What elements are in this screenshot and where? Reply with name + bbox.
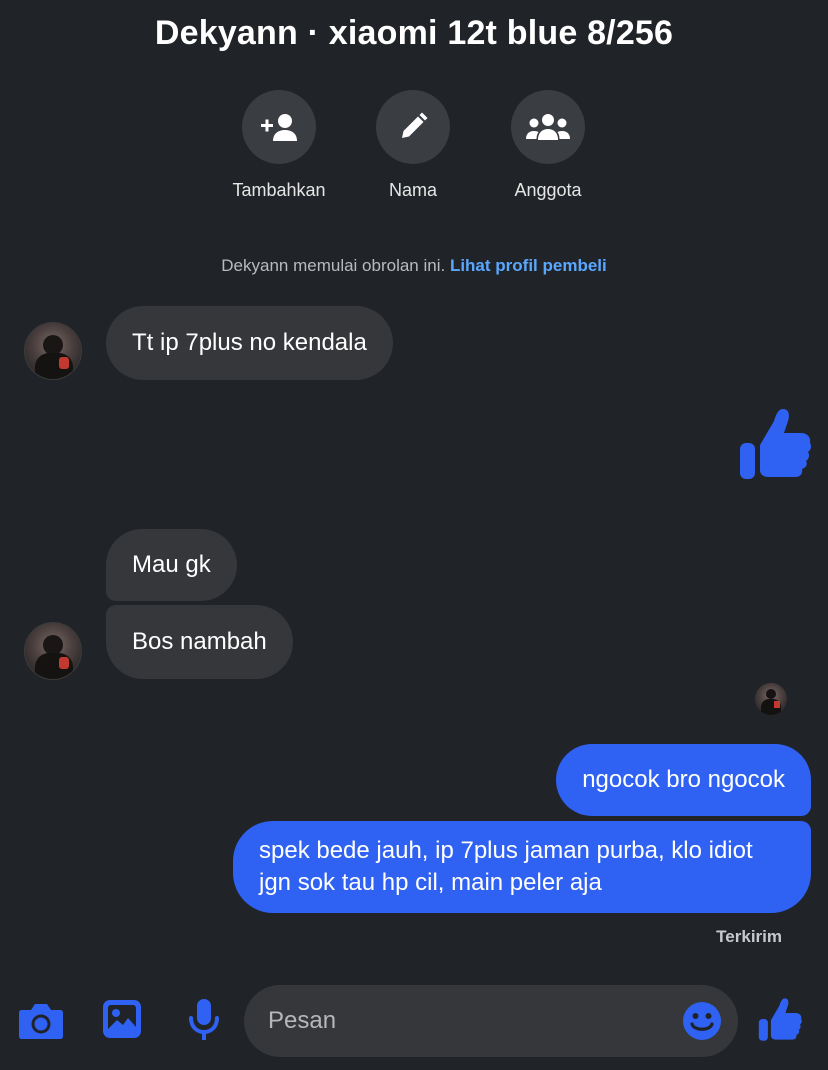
message-bubble-incoming[interactable]: Mau gk [106, 529, 237, 601]
emoji-icon[interactable] [682, 1001, 722, 1046]
message-bubble-outgoing[interactable]: ngocok bro ngocok [556, 744, 811, 816]
message-bubble-incoming[interactable]: Tt ip 7plus no kendala [106, 306, 393, 380]
camera-icon[interactable] [18, 1002, 64, 1045]
rename-action[interactable]: Nama [343, 90, 483, 201]
avatar[interactable] [24, 322, 82, 380]
view-buyer-profile-link[interactable]: Lihat profil pembeli [450, 256, 607, 275]
conversation-start-note: Dekyann memulai obrolan ini. Lihat profi… [0, 256, 828, 276]
microphone-icon[interactable] [188, 998, 220, 1047]
read-receipt-avatar [755, 683, 787, 715]
group-icon[interactable] [511, 90, 585, 164]
members-action[interactable]: Anggota [478, 90, 618, 201]
message-bubble-incoming[interactable]: Bos nambah [106, 605, 293, 679]
rename-label: Nama [388, 180, 437, 200]
thumbs-up-icon[interactable] [757, 996, 803, 1047]
message-composer [0, 985, 828, 1060]
message-input[interactable] [268, 985, 648, 1057]
add-member-label: Tambahkan [232, 180, 326, 200]
pencil-icon[interactable] [376, 90, 450, 164]
conversation-title: Dekyann · xiaomi 12t blue 8/256 [154, 14, 674, 52]
message-bubble-outgoing[interactable]: spek bede jauh, ip 7plus jaman purba, kl… [233, 821, 811, 913]
message-input-container [244, 985, 738, 1057]
add-member-action[interactable]: Tambahkan [209, 90, 349, 201]
conversation-actions: Tambahkan Nama Anggota [0, 90, 828, 200]
thumbs-up-icon[interactable] [738, 405, 812, 486]
add-person-icon[interactable] [242, 90, 316, 164]
avatar[interactable] [24, 622, 82, 680]
start-note-text: Dekyann memulai obrolan ini. [221, 256, 450, 275]
image-icon[interactable] [102, 999, 142, 1044]
message-status: Terkirim [716, 927, 782, 946]
members-label: Anggota [514, 180, 582, 200]
